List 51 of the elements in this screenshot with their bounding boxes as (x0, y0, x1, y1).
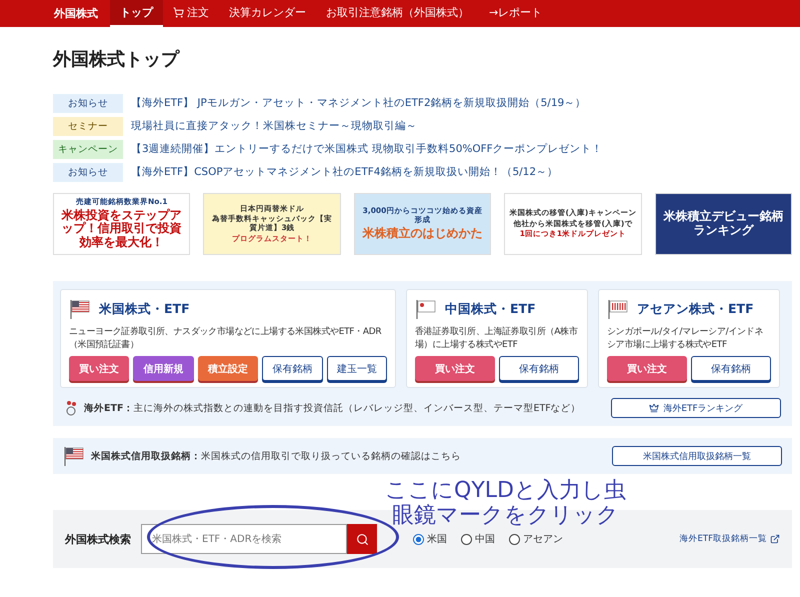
flag-icon (415, 298, 437, 320)
search-label: 外国株式検索 (65, 532, 131, 546)
nav-tab[interactable]: お取引注意銘柄（外国株式） (316, 0, 479, 27)
category-tag: セミナー (53, 116, 123, 136)
card-description: シンガポール/タイ/マレーシア/インドネシア市場に上場する株式やETF (607, 326, 764, 352)
cart-icon (173, 7, 184, 18)
action-button[interactable]: 建玉一覧 (326, 356, 388, 381)
news-link[interactable]: 【3週連続開催】エントリーするだけで米国株式 現物取引手数料50%OFFクーポンプレゼント！ (131, 142, 603, 156)
market-radio[interactable]: 中国 (461, 532, 495, 546)
etf-description: 海外ETF：主に海外の株式指数との連動を目指す投資信託（レバレッジ型、インバース型、テーマ型ETFなど） (84, 402, 582, 414)
action-button[interactable]: 信用新規 (133, 356, 194, 381)
nav-tab[interactable]: 注文 (163, 0, 219, 27)
card-title: 米国株式・ETF (99, 300, 190, 318)
annotation-text: ここにQYLDと入力し虫 (385, 478, 626, 504)
news-link[interactable]: 【海外ETF】 JPモルガン・アセット・マネジメント社のETF2銘柄を新規取扱開始（5/19～） (131, 96, 586, 110)
search-field[interactable]: 米国株式・ETF・ADRを検索 (141, 524, 347, 554)
promo-banner[interactable]: 米株積立デビュー銘柄ランキング (654, 193, 792, 255)
margin-list-button[interactable]: 米国株式信用取扱銘柄一覧 (612, 446, 782, 466)
card-description: ニューヨーク証券取引所、ナスダック市場などに上場する米国株式やETF・ADR（米国預託証書） (69, 326, 382, 352)
card-title: アセアン株式・ETF (637, 300, 754, 318)
flag-icon (69, 298, 91, 320)
search-button[interactable] (347, 524, 377, 554)
action-button[interactable]: 買い注文 (69, 356, 130, 381)
action-button[interactable]: 保有銘柄 (691, 356, 771, 381)
card-title: 中国株式・ETF (445, 300, 536, 318)
section-title: 外国株式 (52, 6, 99, 22)
market-radio[interactable]: アセアン (509, 532, 563, 546)
flag-icon (63, 445, 85, 467)
card-description: 香港証券取引所、上海証券取引所（A株市場）に上場する株式やETF (415, 326, 579, 352)
category-tag: お知らせ (53, 162, 123, 182)
search-icon (356, 532, 368, 546)
action-button[interactable]: 保有銘柄 (262, 356, 323, 381)
category-tag: キャンペーン (53, 140, 123, 158)
nav-tab[interactable]: トップ (110, 0, 163, 27)
ranking-button[interactable]: 海外ETFランキング (611, 398, 781, 418)
margin-description: 米国株式信用取扱銘柄：米国株式の信用取引で取り扱っている銘柄の確認はこちら (91, 450, 462, 462)
flag-icon (607, 298, 629, 320)
external-link-icon (770, 534, 780, 544)
market-radio[interactable]: 米国 (413, 532, 447, 546)
news-link[interactable]: 現場社員に直接アタック！米国株セミナー～現物取引編～ (131, 119, 417, 133)
action-button[interactable]: 保有銘柄 (499, 356, 579, 381)
crown-icon (649, 403, 660, 413)
etf-list-link[interactable]: 海外ETF取扱銘柄一覧 (680, 533, 780, 545)
nav-tab[interactable]: 決算カレンダー (219, 0, 316, 27)
news-link[interactable]: 【海外ETF】CSOPアセットマネジメント社のETF4銘柄を新規取扱い開始！（5/12～） (131, 165, 558, 179)
nav-tab[interactable]: →レポート (479, 0, 552, 27)
annotation-text: 眼鏡マークをクリック (392, 503, 619, 529)
action-button[interactable]: 買い注文 (415, 356, 495, 381)
page-title: 外国株式トップ (53, 48, 181, 71)
action-button[interactable]: 買い注文 (607, 356, 687, 381)
category-tag: お知らせ (53, 94, 123, 112)
